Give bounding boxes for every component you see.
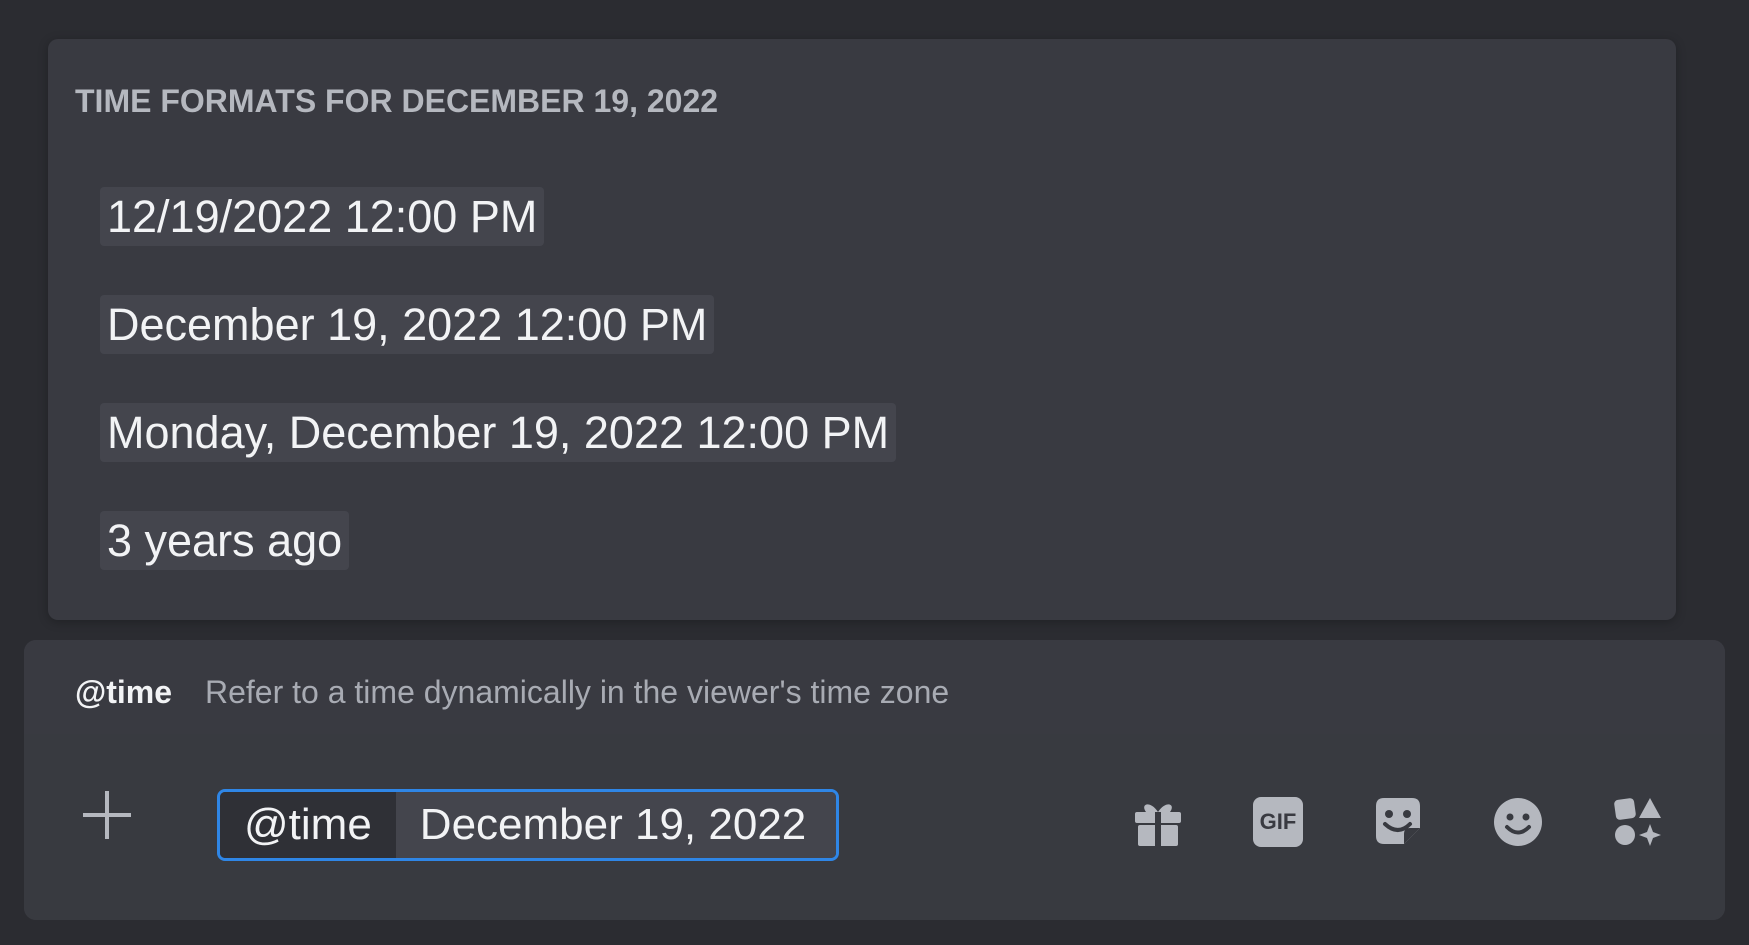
message-input-row: @time December 19, 2022 GIF — [24, 734, 1725, 920]
chip-command: @time — [220, 792, 396, 858]
chip-argument-input[interactable]: December 19, 2022 — [395, 792, 836, 858]
app-root: TIME FORMATS FOR DECEMBER 19, 2022 12/19… — [0, 0, 1749, 945]
time-format-popup: TIME FORMATS FOR DECEMBER 19, 2022 12/19… — [48, 39, 1676, 620]
gif-label: GIF — [1253, 797, 1303, 847]
time-format-option[interactable]: 12/19/2022 12:00 PM — [100, 187, 545, 246]
popup-title: TIME FORMATS FOR DECEMBER 19, 2022 — [75, 83, 719, 119]
gift-icon[interactable] — [1130, 794, 1186, 850]
message-composer: @time Refer to a time dynamically in the… — [24, 640, 1725, 920]
plus-icon[interactable] — [80, 788, 134, 842]
gif-icon[interactable]: GIF — [1250, 794, 1306, 850]
sticker-icon[interactable] — [1370, 794, 1426, 850]
command-suggestion[interactable]: @time Refer to a time dynamically in the… — [24, 640, 1725, 734]
suggestion-command: @time — [75, 674, 172, 710]
time-format-option[interactable]: December 19, 2022 12:00 PM — [100, 295, 715, 354]
suggestion-description: Refer to a time dynamically in the viewe… — [205, 674, 950, 710]
time-format-option[interactable]: Monday, December 19, 2022 12:00 PM — [100, 403, 897, 462]
time-format-option[interactable]: 3 years ago — [100, 511, 350, 570]
emoji-icon[interactable] — [1490, 794, 1546, 850]
apps-icon[interactable] — [1610, 794, 1666, 850]
command-input-chip[interactable]: @time December 19, 2022 — [217, 789, 839, 861]
